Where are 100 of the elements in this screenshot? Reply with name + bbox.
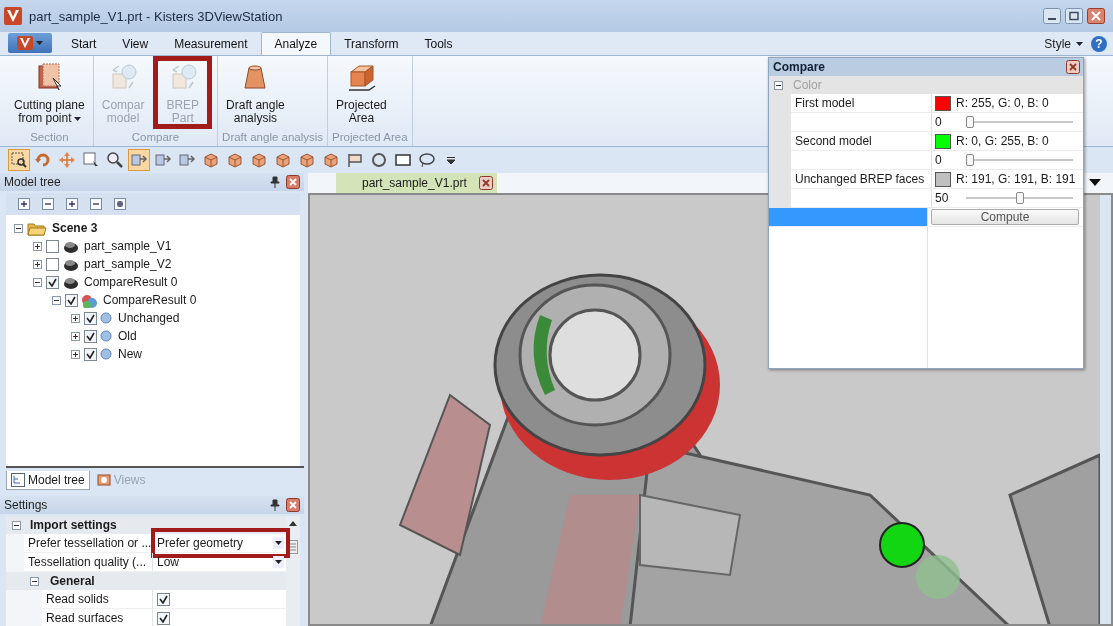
caret-icon <box>36 41 43 45</box>
tree-item[interactable]: New <box>118 347 142 361</box>
flag-icon <box>346 151 364 169</box>
tree-icon <box>11 473 25 487</box>
rotate-icon <box>34 151 52 169</box>
slider-thumb[interactable] <box>1015 192 1024 204</box>
expand-icon[interactable] <box>33 241 42 251</box>
property-name: Second model <box>791 132 932 150</box>
color-swatch[interactable] <box>935 95 951 111</box>
checkbox[interactable] <box>46 239 59 253</box>
compute-button[interactable]: Compute <box>931 209 1079 225</box>
checkbox[interactable] <box>157 592 170 606</box>
pick-icon <box>154 151 172 169</box>
dropdown[interactable]: Prefer geometry <box>157 536 286 550</box>
expand-all-icon[interactable] <box>18 198 30 210</box>
tree-item[interactable]: Unchanged <box>118 311 180 325</box>
scrollbar[interactable] <box>286 516 300 626</box>
collapse-all-icon[interactable] <box>42 198 54 210</box>
ribbon-group-label: Compare <box>130 130 181 145</box>
window-title: part_sample_V1.prt - Kisters 3DViewStation <box>29 8 283 24</box>
tree-item[interactable]: part_sample_V1 <box>84 239 172 253</box>
pin-icon[interactable] <box>270 176 280 188</box>
panel-tab[interactable]: Model tree <box>6 471 90 490</box>
slider-thumb[interactable] <box>966 154 974 166</box>
checkbox[interactable] <box>84 347 97 361</box>
slider-thumb[interactable] <box>966 116 974 128</box>
cube-icon <box>226 151 244 169</box>
color-swatch[interactable] <box>935 133 951 149</box>
close-icon[interactable] <box>1087 8 1105 24</box>
app-menu-button[interactable] <box>8 33 52 53</box>
collapse-icon[interactable] <box>52 295 61 305</box>
ribbon-tab[interactable]: Tools <box>411 33 466 55</box>
property-name: First model <box>791 94 932 112</box>
ribbon-tab[interactable]: Analyze <box>260 32 332 55</box>
document-tab[interactable]: part_sample_V1.prt <box>336 173 497 193</box>
checkbox[interactable] <box>46 257 59 271</box>
expand-icon[interactable] <box>71 313 80 323</box>
slider[interactable] <box>966 116 1073 128</box>
maximize-icon[interactable] <box>1065 8 1083 24</box>
collapse-icon[interactable] <box>12 520 21 530</box>
ribbon-button[interactable]: Projected Area <box>332 59 391 129</box>
caret-icon <box>73 116 81 121</box>
ribbon-button[interactable]: Cutting plane from point <box>10 59 89 129</box>
tree-item[interactable]: part_sample_V2 <box>84 257 172 271</box>
minimize-icon[interactable] <box>1043 8 1061 24</box>
cube-icon <box>322 151 340 169</box>
collapse-icon[interactable] <box>14 223 23 233</box>
ribbon-tab[interactable]: Measurement <box>161 33 261 55</box>
transparency-value: 50 <box>935 191 950 205</box>
expand-icon[interactable] <box>33 259 42 269</box>
checkbox[interactable] <box>46 275 59 289</box>
views-icon <box>96 473 111 487</box>
app-logo-icon <box>4 7 22 25</box>
circle-icon <box>370 151 388 169</box>
pick-icon <box>130 151 148 169</box>
app-logo-icon <box>17 36 33 50</box>
caret-icon[interactable] <box>1076 41 1083 46</box>
section-title: General <box>50 574 95 588</box>
ribbon-tab[interactable]: Start <box>58 33 110 55</box>
help-button[interactable]: ? <box>1091 35 1107 52</box>
dropdown[interactable]: Low <box>157 555 286 569</box>
checkbox[interactable] <box>84 311 97 325</box>
property-name: Read solids <box>45 592 110 606</box>
property-name: Unchanged BREP faces <box>791 170 932 188</box>
checkbox[interactable] <box>157 611 170 625</box>
ribbon-tab[interactable]: Transform <box>331 33 412 55</box>
collapse-icon[interactable] <box>774 80 783 90</box>
ribbon-tab[interactable]: View <box>109 33 162 55</box>
select-box-icon <box>82 151 100 169</box>
expand-icon[interactable] <box>66 198 78 210</box>
panel-title: Settings <box>4 498 48 512</box>
checkbox[interactable] <box>65 293 78 307</box>
expand-icon[interactable] <box>71 349 80 359</box>
panel-title: Compare <box>773 60 825 74</box>
toolbar-button[interactable] <box>8 149 30 171</box>
collapse-icon[interactable] <box>30 576 39 586</box>
fit-icon[interactable] <box>114 198 126 210</box>
ribbon-button[interactable]: Draft angle analysis <box>222 59 289 129</box>
tree-item[interactable]: Old <box>118 329 137 343</box>
checkbox[interactable] <box>84 329 97 343</box>
close-icon[interactable] <box>286 175 300 189</box>
style-menu[interactable]: Style <box>1044 36 1071 51</box>
move-icon <box>58 151 76 169</box>
color-value: R: 255, G: 0, B: 0 <box>956 96 1049 110</box>
ribbon-group-label: Section <box>29 130 70 145</box>
pin-icon[interactable] <box>270 499 280 511</box>
tree-item[interactable]: CompareResult 0 <box>84 275 178 289</box>
close-icon[interactable] <box>478 176 493 190</box>
transparency-value: 0 <box>935 153 943 167</box>
tree-item[interactable]: Scene 3 <box>52 221 98 235</box>
close-icon[interactable] <box>286 498 300 512</box>
dropdown-arrow-icon[interactable] <box>1089 179 1101 187</box>
property-name: Tessellation quality (... <box>27 555 148 569</box>
tree-item[interactable]: CompareResult 0 <box>103 293 197 307</box>
color-swatch[interactable] <box>935 171 951 187</box>
expand-icon[interactable] <box>71 331 80 341</box>
collapse-icon[interactable] <box>33 277 42 287</box>
close-icon[interactable] <box>1066 60 1080 74</box>
lasso-icon <box>418 151 436 169</box>
slider[interactable] <box>966 154 1073 166</box>
